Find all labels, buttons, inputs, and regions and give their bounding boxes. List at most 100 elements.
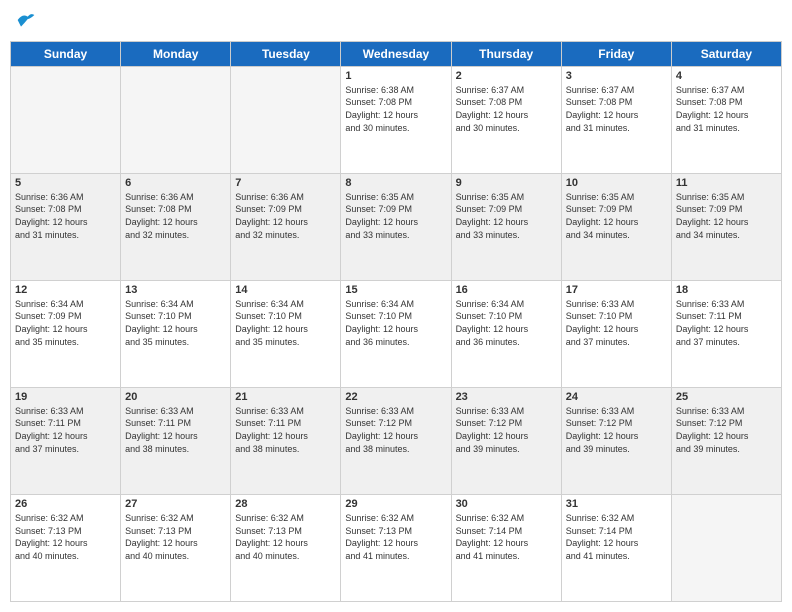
calendar-cell: 18 Sunrise: 6:33 AM Sunset: 7:11 PM Dayli… (671, 280, 781, 387)
calendar-cell: 16Sunrise: 6:34 AM Sunset: 7:10 PM Dayli… (451, 280, 561, 387)
calendar-cell: 31Sunrise: 6:32 AM Sunset: 7:14 PM Dayli… (561, 494, 671, 601)
day-number: 25 (676, 391, 777, 403)
calendar-cell: 2 Sunrise: 6:37 AM Sunset: 7:08 PM Daylig… (451, 66, 561, 173)
logo-text (14, 10, 36, 35)
calendar-cell: 25 Sunrise: 6:33 AM Sunset: 7:12 PM Dayli… (671, 387, 781, 494)
calendar-header-row: SundayMondayTuesdayWednesdayThursdayFrid… (11, 41, 782, 66)
page: SundayMondayTuesdayWednesdayThursdayFrid… (0, 0, 792, 612)
calendar-cell: 26 Sunrise: 6:32 AM Sunset: 7:13 PM Dayli… (11, 494, 121, 601)
calendar-week-1: 1 Sunrise: 6:38 AM Sunset: 7:08 PM Daylig… (11, 66, 782, 173)
calendar-cell: 21 Sunrise: 6:33 AM Sunset: 7:11 PM Dayli… (231, 387, 341, 494)
calendar-cell: 3 Sunrise: 6:37 AM Sunset: 7:08 PM Daylig… (561, 66, 671, 173)
day-number: 18 (676, 284, 777, 296)
day-number: 21 (235, 391, 336, 403)
calendar-cell: 24Sunrise: 6:33 AM Sunset: 7:12 PM Dayli… (561, 387, 671, 494)
day-info: Sunrise: 6:36 AM Sunset: 7:08 PM Dayligh… (15, 191, 116, 241)
calendar-cell: 28Sunrise: 6:32 AM Sunset: 7:13 PM Dayli… (231, 494, 341, 601)
day-number: 6 (125, 177, 226, 189)
day-info: Sunrise: 6:33 AM Sunset: 7:12 PM Dayligh… (345, 405, 446, 455)
day-info: Sunrise: 6:34 AM Sunset: 7:10 PM Dayligh… (456, 298, 557, 348)
day-number: 1 (345, 70, 446, 82)
day-info: Sunrise: 6:35 AM Sunset: 7:09 PM Dayligh… (345, 191, 446, 241)
day-info: Sunrise: 6:34 AM Sunset: 7:10 PM Dayligh… (125, 298, 226, 348)
calendar-cell: 11 Sunrise: 6:35 AM Sunset: 7:09 PM Dayli… (671, 173, 781, 280)
day-number: 9 (456, 177, 557, 189)
day-info: Sunrise: 6:33 AM Sunset: 7:11 PM Dayligh… (676, 298, 777, 348)
day-info: Sunrise: 6:32 AM Sunset: 7:13 PM Dayligh… (345, 512, 446, 562)
day-info: Sunrise: 6:35 AM Sunset: 7:09 PM Dayligh… (456, 191, 557, 241)
day-info: Sunrise: 6:32 AM Sunset: 7:13 PM Dayligh… (235, 512, 336, 562)
day-number: 5 (15, 177, 116, 189)
day-info: Sunrise: 6:33 AM Sunset: 7:11 PM Dayligh… (235, 405, 336, 455)
day-info: Sunrise: 6:37 AM Sunset: 7:08 PM Dayligh… (676, 84, 777, 134)
day-number: 30 (456, 498, 557, 510)
calendar-cell: 29 Sunrise: 6:32 AM Sunset: 7:13 PM Dayli… (341, 494, 451, 601)
logo (14, 10, 36, 35)
day-info: Sunrise: 6:37 AM Sunset: 7:08 PM Dayligh… (456, 84, 557, 134)
day-number: 20 (125, 391, 226, 403)
calendar-week-5: 26 Sunrise: 6:32 AM Sunset: 7:13 PM Dayli… (11, 494, 782, 601)
day-info: Sunrise: 6:36 AM Sunset: 7:09 PM Dayligh… (235, 191, 336, 241)
day-info: Sunrise: 6:34 AM Sunset: 7:09 PM Dayligh… (15, 298, 116, 348)
weekday-header-tuesday: Tuesday (231, 41, 341, 66)
day-info: Sunrise: 6:32 AM Sunset: 7:13 PM Dayligh… (125, 512, 226, 562)
calendar-cell: 14Sunrise: 6:34 AM Sunset: 7:10 PM Dayli… (231, 280, 341, 387)
calendar-cell: 23 Sunrise: 6:33 AM Sunset: 7:12 PM Dayli… (451, 387, 561, 494)
calendar-cell: 13 Sunrise: 6:34 AM Sunset: 7:10 PM Dayli… (121, 280, 231, 387)
weekday-header-thursday: Thursday (451, 41, 561, 66)
day-number: 15 (345, 284, 446, 296)
day-number: 14 (235, 284, 336, 296)
day-info: Sunrise: 6:38 AM Sunset: 7:08 PM Dayligh… (345, 84, 446, 134)
day-info: Sunrise: 6:37 AM Sunset: 7:08 PM Dayligh… (566, 84, 667, 134)
day-number: 22 (345, 391, 446, 403)
weekday-header-sunday: Sunday (11, 41, 121, 66)
day-number: 26 (15, 498, 116, 510)
calendar-cell: 5 Sunrise: 6:36 AM Sunset: 7:08 PM Daylig… (11, 173, 121, 280)
calendar-cell: 9 Sunrise: 6:35 AM Sunset: 7:09 PM Daylig… (451, 173, 561, 280)
day-number: 10 (566, 177, 667, 189)
day-number: 3 (566, 70, 667, 82)
day-number: 27 (125, 498, 226, 510)
day-number: 4 (676, 70, 777, 82)
day-number: 23 (456, 391, 557, 403)
calendar-table: SundayMondayTuesdayWednesdayThursdayFrid… (10, 41, 782, 602)
calendar-cell: 8Sunrise: 6:35 AM Sunset: 7:09 PM Daylig… (341, 173, 451, 280)
calendar-cell: 7 Sunrise: 6:36 AM Sunset: 7:09 PM Daylig… (231, 173, 341, 280)
weekday-header-friday: Friday (561, 41, 671, 66)
calendar-cell (671, 494, 781, 601)
day-info: Sunrise: 6:33 AM Sunset: 7:11 PM Dayligh… (125, 405, 226, 455)
day-info: Sunrise: 6:33 AM Sunset: 7:11 PM Dayligh… (15, 405, 116, 455)
calendar-cell: 20 Sunrise: 6:33 AM Sunset: 7:11 PM Dayli… (121, 387, 231, 494)
calendar-cell (121, 66, 231, 173)
weekday-header-monday: Monday (121, 41, 231, 66)
day-number: 19 (15, 391, 116, 403)
calendar-cell: 6 Sunrise: 6:36 AM Sunset: 7:08 PM Daylig… (121, 173, 231, 280)
logo-bird-icon (16, 10, 36, 30)
day-number: 7 (235, 177, 336, 189)
calendar-cell: 30Sunrise: 6:32 AM Sunset: 7:14 PM Dayli… (451, 494, 561, 601)
day-number: 17 (566, 284, 667, 296)
day-info: Sunrise: 6:33 AM Sunset: 7:12 PM Dayligh… (676, 405, 777, 455)
calendar-week-2: 5 Sunrise: 6:36 AM Sunset: 7:08 PM Daylig… (11, 173, 782, 280)
day-info: Sunrise: 6:34 AM Sunset: 7:10 PM Dayligh… (345, 298, 446, 348)
header (10, 10, 782, 35)
calendar-cell: 15 Sunrise: 6:34 AM Sunset: 7:10 PM Dayli… (341, 280, 451, 387)
calendar-cell: 22 Sunrise: 6:33 AM Sunset: 7:12 PM Dayli… (341, 387, 451, 494)
day-number: 29 (345, 498, 446, 510)
weekday-header-wednesday: Wednesday (341, 41, 451, 66)
calendar-cell (11, 66, 121, 173)
day-info: Sunrise: 6:35 AM Sunset: 7:09 PM Dayligh… (676, 191, 777, 241)
calendar-cell: 1 Sunrise: 6:38 AM Sunset: 7:08 PM Daylig… (341, 66, 451, 173)
day-info: Sunrise: 6:35 AM Sunset: 7:09 PM Dayligh… (566, 191, 667, 241)
calendar-week-3: 12 Sunrise: 6:34 AM Sunset: 7:09 PM Dayli… (11, 280, 782, 387)
day-number: 11 (676, 177, 777, 189)
day-number: 12 (15, 284, 116, 296)
day-info: Sunrise: 6:32 AM Sunset: 7:13 PM Dayligh… (15, 512, 116, 562)
calendar-cell: 10 Sunrise: 6:35 AM Sunset: 7:09 PM Dayli… (561, 173, 671, 280)
day-number: 2 (456, 70, 557, 82)
day-info: Sunrise: 6:32 AM Sunset: 7:14 PM Dayligh… (566, 512, 667, 562)
calendar-cell: 17Sunrise: 6:33 AM Sunset: 7:10 PM Dayli… (561, 280, 671, 387)
day-info: Sunrise: 6:33 AM Sunset: 7:12 PM Dayligh… (456, 405, 557, 455)
day-info: Sunrise: 6:36 AM Sunset: 7:08 PM Dayligh… (125, 191, 226, 241)
day-number: 13 (125, 284, 226, 296)
